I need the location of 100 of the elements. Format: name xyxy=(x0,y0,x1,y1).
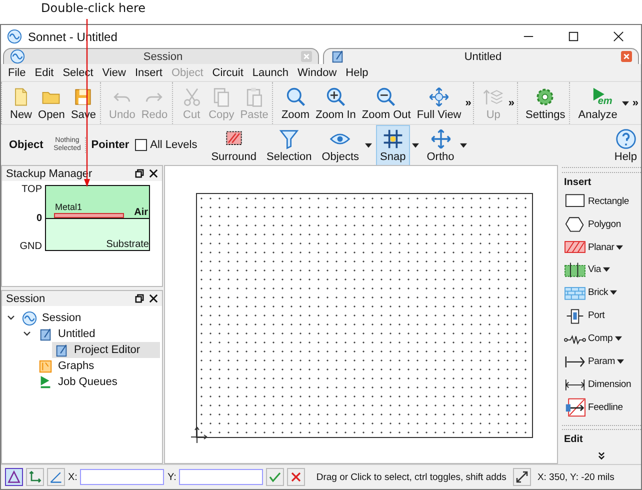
y-coordinate-field[interactable] xyxy=(179,469,264,485)
document-pen-icon xyxy=(54,342,69,358)
four-arrows-icon xyxy=(430,128,452,150)
menu-item[interactable]: Help xyxy=(342,66,374,78)
caret-icon[interactable] xyxy=(412,142,419,148)
magnifier-icon xyxy=(284,86,306,108)
chart-icon xyxy=(38,358,53,374)
toolbar-button[interactable]: Zoom xyxy=(278,84,313,122)
diagonal-arrow-icon xyxy=(515,470,530,484)
caret-icon[interactable] xyxy=(622,100,630,106)
tree-item[interactable]: Untitled xyxy=(36,326,116,342)
confirm-button[interactable] xyxy=(266,468,284,486)
four-arrows-icon xyxy=(428,86,450,108)
toolbar-label: Pointer xyxy=(91,139,130,151)
zoom-in-icon xyxy=(324,86,347,108)
wave-icon xyxy=(10,49,25,64)
overflow-chevron[interactable]: » xyxy=(465,97,472,109)
overflow-chevron[interactable]: » xyxy=(508,97,515,109)
annotation-text: Double-click here xyxy=(41,1,146,15)
triangle-icon xyxy=(7,470,21,484)
checkbox[interactable] xyxy=(135,139,148,151)
caret-icon[interactable] xyxy=(616,244,624,250)
toolbar-button[interactable]: New xyxy=(7,84,36,122)
toolbar-button[interactable]: Snap xyxy=(376,124,410,166)
toolbar-button[interactable]: Zoom In xyxy=(312,84,359,122)
overflow-chevron[interactable]: » xyxy=(632,97,639,109)
grid-snap-icon xyxy=(382,128,404,150)
toolbar-button[interactable]: em Analyze xyxy=(575,84,620,122)
tree-item[interactable]: Graphs xyxy=(36,358,114,374)
cancel-button[interactable] xyxy=(287,468,306,486)
angle-icon xyxy=(49,470,63,484)
menu-item[interactable]: File xyxy=(4,66,31,78)
insert-tool-button[interactable]: Comp xyxy=(562,328,613,348)
close-icon[interactable] xyxy=(149,169,158,178)
via-icon xyxy=(564,260,586,280)
all-levels-checkbox[interactable]: All Levels xyxy=(135,139,198,151)
status-message: Drag or Click to select, ctrl toggles, shift adds xyxy=(316,472,506,482)
insert-tool-button[interactable]: Via xyxy=(562,260,601,280)
origin-axes-icon xyxy=(189,425,209,445)
menu-item[interactable]: Circuit xyxy=(208,66,248,78)
close-icon[interactable] xyxy=(613,31,624,42)
zoom-out-icon xyxy=(375,86,398,108)
feedline-icon xyxy=(564,397,586,418)
field-label: X: xyxy=(68,472,78,482)
help-button[interactable]: Help xyxy=(610,124,641,166)
insert-tool-button[interactable]: Brick xyxy=(562,282,608,303)
toolbar-button[interactable]: Full View xyxy=(414,84,464,122)
insert-tool-button[interactable]: Feedline xyxy=(562,397,623,418)
funnel-icon xyxy=(278,128,300,150)
tree-item[interactable]: Project Editor xyxy=(52,342,160,358)
mode-button[interactable] xyxy=(5,468,23,486)
level-label: TOP xyxy=(22,184,42,195)
icon-text: em xyxy=(598,96,612,106)
axes-icon xyxy=(28,470,42,484)
insert-tool-button[interactable]: Param xyxy=(562,351,615,372)
maximize-icon[interactable] xyxy=(568,31,579,42)
caret-icon[interactable] xyxy=(610,290,618,296)
caret-icon[interactable] xyxy=(460,142,468,148)
menu-item[interactable]: Insert xyxy=(130,66,168,78)
question-mark-icon xyxy=(614,128,637,150)
insert-tool-button[interactable]: Dimension xyxy=(562,374,632,394)
level-label: 0 xyxy=(36,212,42,224)
tree-item[interactable]: Job Queues xyxy=(36,374,138,390)
caret-icon[interactable] xyxy=(616,358,624,364)
measure-button[interactable] xyxy=(513,468,532,486)
caret-icon[interactable] xyxy=(365,142,372,148)
stackup-diagram[interactable]: Metal1 Air Substrate xyxy=(45,185,150,251)
cross-icon xyxy=(290,471,302,483)
caret-icon[interactable] xyxy=(602,267,610,272)
menu-item[interactable]: Edit xyxy=(30,66,59,78)
toolbar-button[interactable]: Settings xyxy=(522,84,568,122)
toolbar-button[interactable]: Open xyxy=(35,84,68,122)
document-tab[interactable]: Untitled xyxy=(323,48,639,64)
tree-item[interactable]: Session xyxy=(20,310,102,326)
insert-tool-button[interactable]: Rectangle xyxy=(562,191,629,212)
insert-tool-button[interactable]: Port xyxy=(562,306,605,326)
menu-item[interactable]: View xyxy=(98,66,131,78)
toolbar-button[interactable]: Ortho xyxy=(422,124,458,166)
toolbar-button[interactable]: Surround xyxy=(207,124,260,166)
layer-label: Metal1 xyxy=(55,202,82,212)
document-pen-icon xyxy=(38,326,53,342)
x-coordinate-field[interactable] xyxy=(80,469,164,485)
menu-item[interactable]: Launch xyxy=(248,66,294,78)
menu-item[interactable]: Window xyxy=(294,66,342,78)
insert-tool-button[interactable]: Polygon xyxy=(562,214,621,234)
restore-icon[interactable] xyxy=(135,169,144,178)
insert-tool-button[interactable]: Planar xyxy=(562,237,614,257)
mode-button[interactable] xyxy=(26,468,44,486)
restore-icon[interactable] xyxy=(135,294,144,303)
expand-chevron-icon[interactable] xyxy=(597,451,606,460)
metal-strip[interactable] xyxy=(54,213,124,218)
level-label: GND xyxy=(20,241,42,252)
mode-button[interactable] xyxy=(47,468,65,486)
toolbar-button[interactable]: Selection xyxy=(262,124,316,166)
document-tab[interactable]: Session xyxy=(3,48,319,64)
dotted-grid-board[interactable] xyxy=(196,193,533,438)
close-icon[interactable] xyxy=(149,294,158,303)
caret-icon[interactable] xyxy=(614,336,622,341)
panel-title: Insert xyxy=(564,176,592,188)
toolbar-button[interactable]: Zoom Out xyxy=(358,84,414,122)
